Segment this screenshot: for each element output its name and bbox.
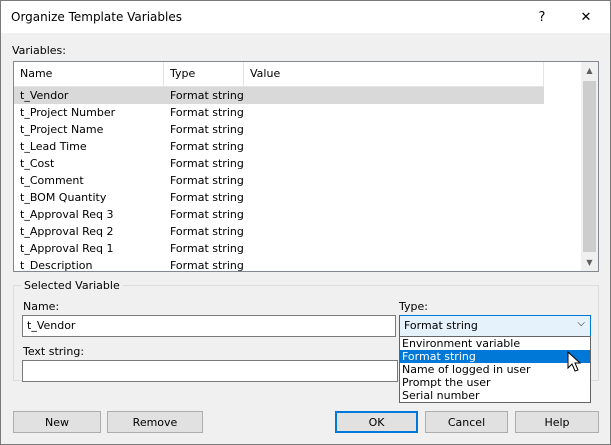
type-option[interactable]: Serial number xyxy=(400,389,590,402)
table-row[interactable]: t_Approval Req 2 Format string xyxy=(14,223,544,240)
vertical-scrollbar[interactable]: ▲ ▼ xyxy=(581,62,598,271)
table-row[interactable]: t_Project Number Format string xyxy=(14,104,544,121)
row-type: Format string xyxy=(170,174,244,187)
row-type: Format string xyxy=(170,157,244,170)
type-dropdown-list[interactable]: Environment variable Format string Name … xyxy=(399,336,591,403)
help-button[interactable]: Help xyxy=(515,411,599,433)
column-header-type[interactable]: Type xyxy=(164,62,244,87)
row-name: t_Comment xyxy=(20,174,84,187)
ok-button[interactable]: OK xyxy=(335,411,418,433)
type-label: Type: xyxy=(399,300,428,313)
column-header-name[interactable]: Name xyxy=(14,62,164,87)
name-input[interactable]: t_Vendor xyxy=(22,315,396,337)
table-row[interactable]: t_Approval Req 3 Format string xyxy=(14,206,544,223)
row-name: t_Cost xyxy=(20,157,55,170)
row-name: t_Approval Req 2 xyxy=(20,225,114,238)
type-select-value: Format string xyxy=(404,319,478,332)
type-option[interactable]: Format string xyxy=(400,350,590,363)
cancel-button[interactable]: Cancel xyxy=(425,411,508,433)
table-row[interactable]: t_Project Name Format string xyxy=(14,121,544,138)
row-type: Format string xyxy=(170,242,244,255)
new-button[interactable]: New xyxy=(13,411,101,433)
list-rows: t_Vendor Format string t_Project Number … xyxy=(14,87,584,272)
table-row[interactable]: t_Description Format string xyxy=(14,257,544,272)
type-option[interactable]: Name of logged in user xyxy=(400,363,590,376)
row-type: Format string xyxy=(170,191,244,204)
remove-button[interactable]: Remove xyxy=(107,411,203,433)
table-row[interactable]: t_Comment Format string xyxy=(14,172,544,189)
variables-list[interactable]: Name Type Value t_Vendor Format string t… xyxy=(13,61,599,272)
mouse-cursor-icon xyxy=(567,351,582,372)
row-type: Format string xyxy=(170,123,244,136)
list-header: Name Type Value xyxy=(14,62,544,87)
scroll-up-icon[interactable]: ▲ xyxy=(581,62,598,79)
table-row[interactable]: t_Vendor Format string xyxy=(14,87,544,104)
title-bar: Organize Template Variables ? ✕ xyxy=(1,1,610,33)
row-name: t_Approval Req 3 xyxy=(20,208,114,221)
row-type: Format string xyxy=(170,140,244,153)
row-name: t_Vendor xyxy=(20,89,69,102)
table-row[interactable]: t_Lead Time Format string xyxy=(14,138,544,155)
row-name: t_Project Number xyxy=(20,106,116,119)
selected-variable-title: Selected Variable xyxy=(21,279,123,292)
column-header-value[interactable]: Value xyxy=(244,62,544,87)
row-type: Format string xyxy=(170,225,244,238)
help-title-button[interactable]: ? xyxy=(521,1,563,33)
scroll-down-icon[interactable]: ▼ xyxy=(581,254,598,271)
name-label: Name: xyxy=(23,300,60,313)
text-string-label: Text string: xyxy=(23,345,85,358)
row-type: Format string xyxy=(170,259,244,272)
row-type: Format string xyxy=(170,208,244,221)
window-title: Organize Template Variables xyxy=(11,10,182,24)
close-icon[interactable]: ✕ xyxy=(565,1,607,33)
table-row[interactable]: t_Cost Format string xyxy=(14,155,544,172)
text-string-input[interactable] xyxy=(22,360,398,382)
type-option[interactable]: Prompt the user xyxy=(400,376,590,389)
scroll-thumb[interactable] xyxy=(583,81,596,252)
type-select[interactable]: Format string ⌵ xyxy=(399,315,591,337)
row-name: t_Lead Time xyxy=(20,140,87,153)
row-name: t_BOM Quantity xyxy=(20,191,107,204)
type-option[interactable]: Environment variable xyxy=(400,337,590,350)
row-name: t_Description xyxy=(20,259,93,272)
row-type: Format string xyxy=(170,89,244,102)
table-row[interactable]: t_BOM Quantity Format string xyxy=(14,189,544,206)
variables-label: Variables: xyxy=(12,44,66,57)
row-name: t_Approval Req 1 xyxy=(20,242,114,255)
table-row[interactable]: t_Approval Req 1 Format string xyxy=(14,240,544,257)
dialog-window: Organize Template Variables ? ✕ Variable… xyxy=(0,0,611,445)
row-type: Format string xyxy=(170,106,244,119)
chevron-down-icon[interactable]: ⌵ xyxy=(577,318,585,329)
row-name: t_Project Name xyxy=(20,123,104,136)
